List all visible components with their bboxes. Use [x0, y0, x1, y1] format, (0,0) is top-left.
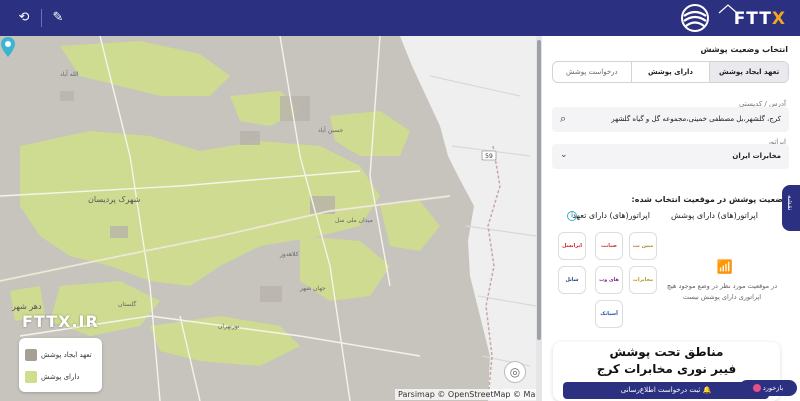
no-signal-icon: 📶 [716, 260, 734, 275]
map-label-road3: کلاهدوز [279, 251, 299, 258]
commit-operators-heading: اپراتور(های) دارای تعهد [572, 211, 650, 220]
address-value[interactable]: کرج، گلشهر،بل مصطفی خمینی،مجموعه گل و گی… [611, 115, 781, 123]
notify-request-button[interactable]: 🔔 ثبت درخواست اطلاع‌رسانی [563, 382, 769, 399]
map-label-road7: جهان شهر [299, 285, 326, 292]
tab-covered[interactable]: دارای پوشش [630, 62, 710, 82]
legend-covered-label: دارای پوشش [41, 373, 80, 381]
top-navbar: ⟲ ✎ FTTX [0, 0, 800, 36]
feedback-label: بازخورد [762, 384, 784, 392]
logo-mark-icon [681, 4, 709, 32]
coverage-map[interactable]: 59 شهرک پردیسان دهر شهر گلستان جسین آباد… [0, 36, 536, 401]
operator-select[interactable]: مخابرات ایران ⌄ [552, 144, 789, 169]
scrollbar-thumb[interactable] [537, 40, 541, 340]
search-icon[interactable]: ⌕ [560, 112, 566, 126]
map-label-city: شهرک پردیسان [88, 195, 141, 204]
status-title: وضعیت پوشش در موقعیت انتخاب شده: [631, 195, 788, 204]
map-label-road2: جسین آباد [318, 125, 343, 134]
no-coverage-message: در موقعیت مورد نظر در وضع موجود هیچ اپرا… [666, 282, 778, 301]
brand-text: FTTX [733, 9, 786, 29]
operator-logo-mokhaberat: مخابرات [629, 266, 657, 294]
map-label-city2: دهر شهر [11, 302, 42, 311]
toolbar-divider [41, 9, 42, 27]
covered-operators-heading: اپراتور(های) دارای پوشش [671, 211, 758, 220]
locate-me-button[interactable]: ◎ [504, 361, 526, 383]
map-label-road: گلستان [118, 300, 136, 308]
refresh-cog-icon[interactable]: ⟲ [14, 8, 34, 28]
map-label-road4: نورنهران [218, 323, 240, 330]
address-field[interactable]: کرج، گلشهر،بل مصطفی خمینی،مجموعه گل و گی… [552, 107, 789, 132]
promo-line1: مناطق تحت پوشش [609, 345, 724, 359]
panel-title: انتخاب وضعیت پوشش [700, 45, 788, 54]
feedback-bubble-icon [752, 384, 761, 392]
operator-logo-sabanet: صبانت [595, 232, 623, 260]
legend-commit-swatch [25, 349, 37, 361]
legend-commit-label: تعهد ایجاد پوشش [41, 351, 92, 359]
map-legend: تعهد ایجاد پوشش دارای پوشش [19, 338, 102, 392]
chevron-down-icon[interactable]: ⌄ [560, 150, 568, 160]
operator-value: مخابرات ایران [732, 152, 781, 160]
operator-logo-hiweb: های وب [595, 266, 623, 294]
operator-logo-asiatech: آسیاتک [595, 300, 623, 328]
legend-covered-swatch [25, 371, 37, 383]
fttx-logo[interactable]: FTTX [676, 3, 786, 33]
coverage-tabs: تعهد ایجاد پوشش دارای پوشش درخواست پوشش [552, 61, 789, 83]
highway-badge: 59 [485, 153, 493, 160]
fttx-watermark: FTTX.IR [22, 312, 99, 331]
edit-square-icon[interactable]: ✎ [48, 8, 68, 28]
feedback-button[interactable]: بازخورد [739, 380, 797, 396]
legend-commit: تعهد ایجاد پوشش [25, 346, 96, 364]
promo-line2: فیبر نوری مخابرات کرج [596, 362, 737, 376]
operator-logo-irancell: ایرانسل [558, 232, 586, 260]
legend-covered: دارای پوشش [25, 368, 96, 386]
side-map-tab[interactable]: نقشه [782, 185, 800, 231]
location-pin-icon[interactable] [0, 36, 16, 58]
operator-logo-shatel: شاتل [558, 266, 586, 294]
tab-request[interactable]: درخواست پوشش [553, 62, 631, 82]
tab-commit[interactable]: تعهد ایجاد پوشش [709, 62, 788, 82]
operator-logo-mobinnet: مبین نت [629, 232, 657, 260]
side-tab-label: نقشه [786, 195, 794, 211]
map-label-road6: الله آباد [60, 69, 79, 78]
map-label-road5: میدان ملی سل [335, 217, 373, 224]
notify-request-label: ثبت درخواست اطلاع‌رسانی [620, 386, 701, 394]
info-icon[interactable]: i [567, 211, 577, 221]
